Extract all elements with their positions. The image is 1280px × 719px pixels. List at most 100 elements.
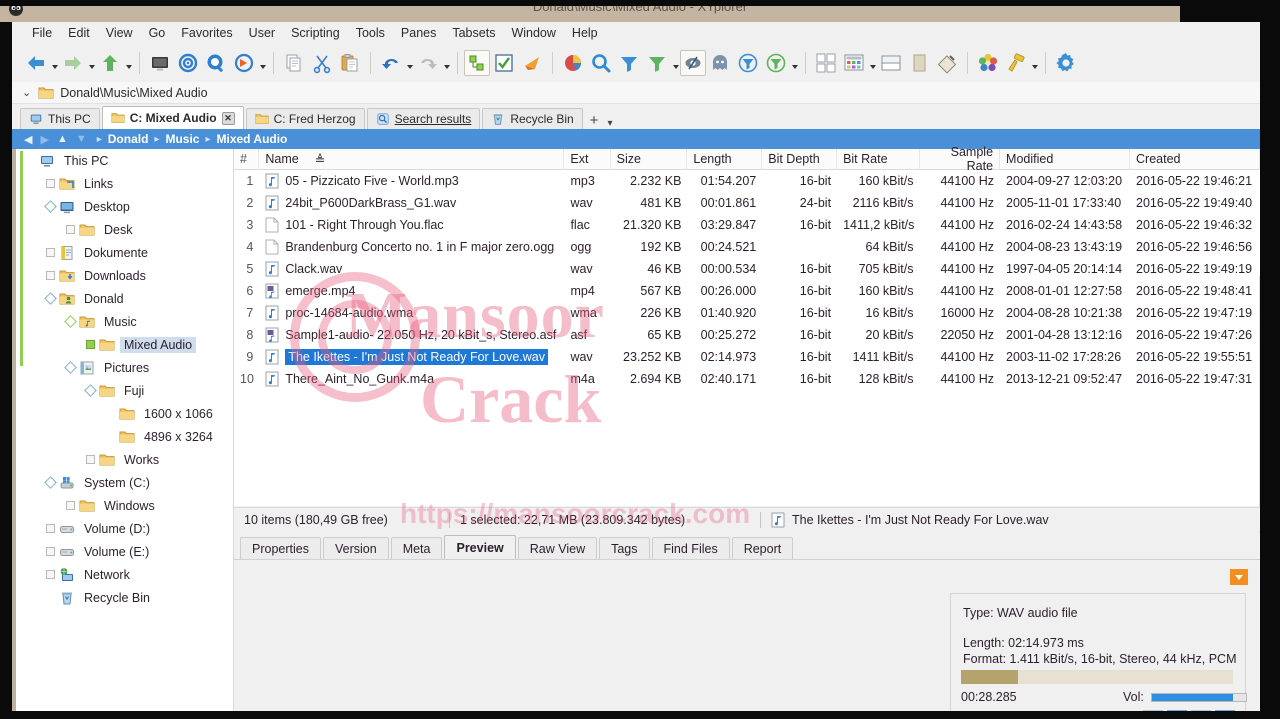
tree-item-links[interactable]: Links [12,172,233,195]
copy-icon[interactable] [280,48,308,78]
table-row[interactable]: 2 24bit_P600DarkBrass_G1.wav wav 481 KB 00:0… [234,192,1260,214]
breadcrumb-item-mixed-audio[interactable]: Mixed Audio [217,132,288,146]
tree-expander-icon[interactable] [84,384,97,397]
menu-view[interactable]: View [98,24,141,42]
tree-expander-icon[interactable] [66,501,75,510]
tree-item-recycle-bin[interactable]: Recycle Bin [12,586,233,609]
table-row[interactable]: 1 05 - Pizzicato Five - World.mp3 mp3 2.232… [234,170,1260,192]
single-pane-icon[interactable] [905,48,933,78]
column-header-length[interactable]: Length [687,148,763,170]
preview-pane-icon[interactable] [933,48,961,78]
volume-slider[interactable] [1151,693,1247,702]
visual-filter-green-icon[interactable] [762,48,790,78]
tree-item-mixed-audio[interactable]: Mixed Audio [12,333,233,356]
tree-item-network[interactable]: Network [12,563,233,586]
tab-this-pc[interactable]: This PC [20,108,100,129]
go-dropdown-caret[interactable] [258,48,267,78]
tree-expander-icon[interactable] [46,271,55,280]
branch-view-icon[interactable] [464,50,490,76]
thumbnails-icon[interactable] [840,48,868,78]
tree-item-desktop[interactable]: Desktop [12,195,233,218]
address-bar[interactable]: ⌄ Donald\Music\Mixed Audio [12,82,1260,104]
filter-green-icon[interactable] [643,48,671,78]
tab-version[interactable]: Version [322,537,389,560]
table-row[interactable]: 4 Brandenburg Concerto no. 1 in F major z… [234,236,1260,258]
go-icon[interactable] [230,48,258,78]
paint-roller-dropdown-caret[interactable] [1030,48,1039,78]
tab-list-dropdown[interactable]: ▾ [603,118,616,129]
breadcrumb-item-music[interactable]: Music [165,132,199,146]
column-header-bit-depth[interactable]: Bit Depth [762,148,838,170]
tree-expander-icon[interactable] [44,476,57,489]
menu-panes[interactable]: Panes [393,24,444,42]
menu-window[interactable]: Window [503,24,563,42]
tree-expander-icon[interactable] [46,547,55,556]
tree-item-windows[interactable]: Windows [12,494,233,517]
tree-expander-icon[interactable] [44,200,57,213]
find-icon[interactable] [202,48,230,78]
tab-report[interactable]: Report [731,537,794,560]
table-row[interactable]: 5 Clack.wav wav 46 KB 00:00.534 16-bit 705 kBi… [234,258,1260,280]
tree-expander-icon[interactable] [86,455,95,464]
menu-edit[interactable]: Edit [60,24,98,42]
desktop-icon[interactable] [146,48,174,78]
tree-item-system-c[interactable]: System (C:) [12,471,233,494]
cut-icon[interactable] [308,48,336,78]
thumbnails-dropdown-caret[interactable] [868,48,877,78]
filter-dropdown-caret[interactable] [671,48,680,78]
tree-expander-icon[interactable] [64,361,77,374]
tab-find-files[interactable]: Find Files [651,537,730,560]
tree-item-music[interactable]: Music [12,310,233,333]
target-icon[interactable] [174,48,202,78]
tree-item-this-pc[interactable]: This PC [12,149,233,172]
tab-preview[interactable]: Preview [444,535,516,560]
menu-scripting[interactable]: Scripting [283,24,348,42]
paste-icon[interactable] [336,48,364,78]
tree-expander-icon[interactable] [66,225,75,234]
tab-properties[interactable]: Properties [240,537,321,560]
tab-meta[interactable]: Meta [390,537,443,560]
menu-tools[interactable]: Tools [348,24,393,42]
tree-item-desk[interactable]: Desk [12,218,233,241]
tree-expander-icon[interactable] [44,292,57,305]
undo-dropdown-caret[interactable] [405,48,414,78]
tree-item-donald[interactable]: Donald [12,287,233,310]
crumb-up-icon[interactable]: ▲ [57,133,68,145]
redo-dropdown-caret[interactable] [442,48,451,78]
tree-expander-icon[interactable] [46,248,55,257]
menu-user[interactable]: User [241,24,283,42]
tree-item-downloads[interactable]: Downloads [12,264,233,287]
tab-search-results[interactable]: Search results [366,108,481,129]
tree-item-fuji[interactable]: Fuji [12,379,233,402]
chevron-down-icon[interactable]: ⌄ [22,86,31,99]
table-row[interactable]: 10 There_Aint_No_Gunk.m4a m4a 2.694 KB 02:40… [234,368,1260,390]
column-header-size[interactable]: Size [611,148,688,170]
tab-mixed-audio[interactable]: C: Mixed Audio ✕ [101,106,244,129]
hidden-files-icon[interactable] [680,50,706,76]
checkbox-select-icon[interactable] [490,48,518,78]
crumb-forward-icon[interactable]: ▶ [40,133,48,146]
collapse-down-icon[interactable] [1230,569,1248,585]
table-row[interactable]: 9 The Ikettes - I'm Just Not Ready For Lo… [234,346,1260,368]
tab-raw-view[interactable]: Raw View [517,537,598,560]
menu-tabsets[interactable]: Tabsets [444,24,503,42]
tree-expander-icon[interactable] [46,524,55,533]
disk-usage-icon[interactable] [559,48,587,78]
forward-dropdown-caret[interactable] [87,48,96,78]
crumb-down-icon[interactable]: ▼ [76,133,87,145]
menu-go[interactable]: Go [141,24,174,42]
table-row[interactable]: 8 Sample1-audio- 22.050 Hz, 20 kBit_s, St… [234,324,1260,346]
menu-file[interactable]: File [24,24,60,42]
column-header-index[interactable]: # [234,148,260,170]
back-icon[interactable] [22,48,50,78]
search-icon[interactable] [587,48,615,78]
visual-filter-blue-icon[interactable] [734,48,762,78]
tab-fred-herzog[interactable]: C: Fred Herzog [245,108,365,129]
column-header-bit-rate[interactable]: Bit Rate [837,148,920,170]
paint-roller-icon[interactable] [1002,48,1030,78]
column-header-ext[interactable]: Ext [564,148,611,170]
highlight-icon[interactable] [518,48,546,78]
filter-blue-icon[interactable] [615,48,643,78]
table-row[interactable]: 3 101 - Right Through You.flac flac 21.320 … [234,214,1260,236]
tree-item-pictures[interactable]: Pictures [12,356,233,379]
